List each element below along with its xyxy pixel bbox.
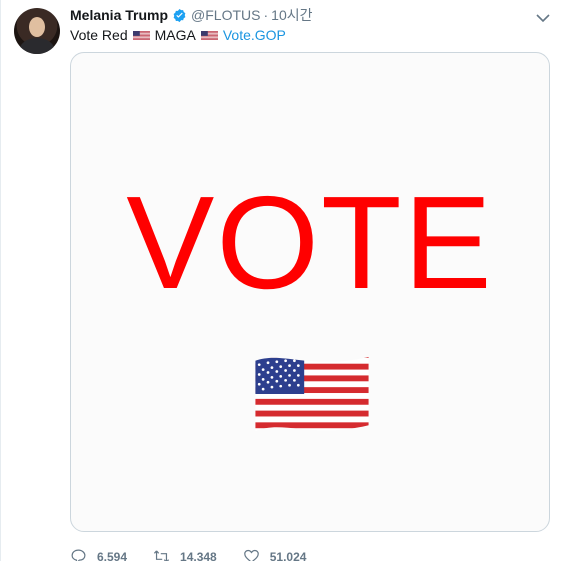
verified-badge-icon	[172, 8, 187, 23]
author-handle[interactable]: @FLOTUS	[191, 7, 260, 23]
reply-icon	[71, 549, 86, 561]
us-flag-icon	[255, 356, 369, 432]
reply-count: 6,594	[97, 549, 128, 561]
tweet-text-part2: MAGA	[154, 27, 196, 43]
avatar[interactable]	[14, 8, 60, 54]
heart-icon	[243, 549, 259, 561]
vote-text: VOTE	[126, 169, 494, 316]
tweet-actions: 6,594 14,348 51,024	[70, 548, 306, 561]
tweet-header: Melania Trump @FLOTUS · 10시간	[70, 6, 544, 24]
chevron-down-icon[interactable]	[536, 10, 550, 23]
tweet: Melania Trump @FLOTUS · 10시간 Vote Red MA…	[0, 0, 564, 561]
tweet-text-part1: Vote Red	[70, 27, 128, 43]
vote-gop-link[interactable]: Vote.GOP	[223, 26, 286, 44]
author-name[interactable]: Melania Trump	[70, 7, 168, 23]
retweet-button[interactable]: 14,348	[153, 548, 217, 561]
tweet-text: Vote Red MAGA Vote.GOP	[70, 26, 286, 44]
us-flag-icon	[132, 30, 150, 40]
tweet-image[interactable]: VOTE	[70, 52, 550, 532]
avatar-body	[20, 38, 54, 54]
us-flag-icon	[200, 30, 218, 40]
separator-dot: ·	[263, 7, 269, 23]
like-button[interactable]: 51,024	[243, 548, 307, 561]
avatar-face	[29, 17, 45, 37]
retweet-count: 14,348	[180, 549, 217, 561]
retweet-icon	[153, 550, 170, 561]
reply-button[interactable]: 6,594	[70, 548, 127, 561]
like-count: 51,024	[269, 549, 307, 561]
timestamp[interactable]: 10시간	[271, 5, 312, 25]
